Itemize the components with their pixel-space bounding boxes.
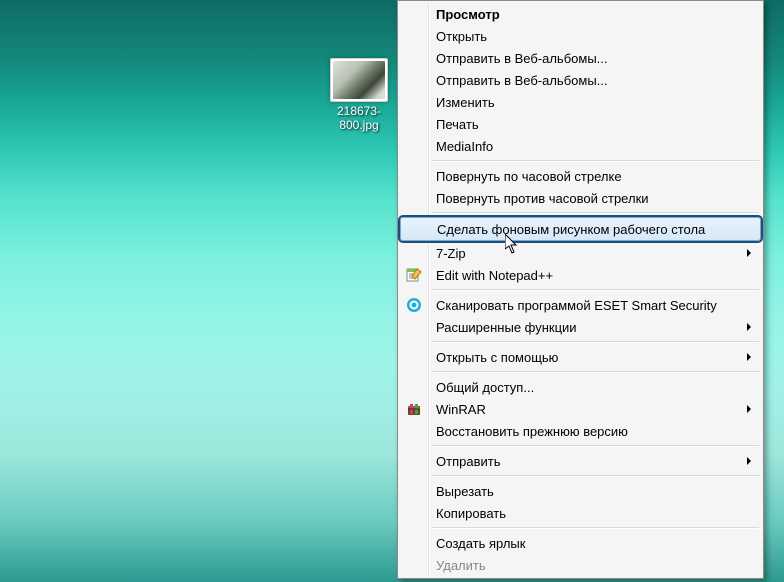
menu-item-restore-previous[interactable]: Восстановить прежнюю версию bbox=[400, 420, 761, 442]
menu-item-label: 7-Zip bbox=[436, 246, 466, 261]
menu-item-print[interactable]: Печать bbox=[400, 113, 761, 135]
notepad-icon bbox=[406, 267, 422, 283]
menu-item-mediainfo[interactable]: MediaInfo bbox=[400, 135, 761, 157]
menu-item-edit[interactable]: Изменить bbox=[400, 91, 761, 113]
desktop-file-icon[interactable]: 218673- 800.jpg bbox=[322, 58, 396, 132]
menu-separator bbox=[432, 445, 759, 447]
menu-item-winrar[interactable]: WinRAR bbox=[400, 398, 761, 420]
menu-separator bbox=[432, 341, 759, 343]
menu-item-label: WinRAR bbox=[436, 402, 486, 417]
menu-item-cut[interactable]: Вырезать bbox=[400, 480, 761, 502]
winrar-icon bbox=[406, 401, 422, 417]
menu-header-label: Просмотр bbox=[436, 7, 500, 22]
menu-item-share[interactable]: Общий доступ... bbox=[400, 376, 761, 398]
menu-item-delete[interactable]: Удалить bbox=[400, 554, 761, 576]
menu-item-label: Edit with Notepad++ bbox=[436, 268, 553, 283]
submenu-arrow-icon bbox=[747, 457, 751, 465]
eset-icon bbox=[406, 297, 422, 313]
menu-item-label: Повернуть против часовой стрелки bbox=[436, 191, 649, 206]
menu-item-label: Открыть bbox=[436, 29, 487, 44]
menu-item-label: Создать ярлык bbox=[436, 536, 525, 551]
file-thumbnail bbox=[330, 58, 388, 102]
menu-item-send-web-albums-2[interactable]: Отправить в Веб-альбомы... bbox=[400, 69, 761, 91]
menu-item-label: Копировать bbox=[436, 506, 506, 521]
menu-item-label: Сканировать программой ESET Smart Securi… bbox=[436, 298, 717, 313]
menu-separator bbox=[432, 160, 759, 162]
menu-item-edit-notepad[interactable]: Edit with Notepad++ bbox=[400, 264, 761, 286]
submenu-arrow-icon bbox=[747, 249, 751, 257]
menu-separator bbox=[432, 212, 759, 214]
file-label: 218673- 800.jpg bbox=[322, 104, 396, 132]
menu-item-label: Изменить bbox=[436, 95, 495, 110]
mouse-cursor-icon bbox=[505, 234, 519, 254]
menu-header-view[interactable]: Просмотр bbox=[400, 3, 761, 25]
submenu-arrow-icon bbox=[747, 323, 751, 331]
menu-separator bbox=[432, 371, 759, 373]
menu-separator bbox=[432, 289, 759, 291]
submenu-arrow-icon bbox=[747, 405, 751, 413]
menu-item-create-shortcut[interactable]: Создать ярлык bbox=[400, 532, 761, 554]
menu-item-label: Печать bbox=[436, 117, 479, 132]
menu-item-send-web-albums-1[interactable]: Отправить в Веб-альбомы... bbox=[400, 47, 761, 69]
menu-item-label: Повернуть по часовой стрелке bbox=[436, 169, 622, 184]
menu-item-label: Отправить в Веб-альбомы... bbox=[436, 51, 608, 66]
menu-item-label: Восстановить прежнюю версию bbox=[436, 424, 628, 439]
menu-item-label: MediaInfo bbox=[436, 139, 493, 154]
menu-item-send-to[interactable]: Отправить bbox=[400, 450, 761, 472]
menu-separator bbox=[432, 475, 759, 477]
menu-item-rotate-cw[interactable]: Повернуть по часовой стрелке bbox=[400, 165, 761, 187]
submenu-arrow-icon bbox=[747, 353, 751, 361]
menu-item-open[interactable]: Открыть bbox=[400, 25, 761, 47]
menu-item-label: Сделать фоновым рисунком рабочего стола bbox=[437, 222, 705, 237]
menu-separator bbox=[432, 527, 759, 529]
menu-item-label: Отправить в Веб-альбомы... bbox=[436, 73, 608, 88]
menu-item-label: Общий доступ... bbox=[436, 380, 534, 395]
menu-item-7zip[interactable]: 7-Zip bbox=[400, 242, 761, 264]
menu-item-eset-scan[interactable]: Сканировать программой ESET Smart Securi… bbox=[400, 294, 761, 316]
menu-item-label: Открыть с помощью bbox=[436, 350, 558, 365]
menu-item-set-as-wallpaper[interactable]: Сделать фоновым рисунком рабочего стола bbox=[400, 217, 761, 241]
menu-item-open-with[interactable]: Открыть с помощью bbox=[400, 346, 761, 368]
menu-item-label: Отправить bbox=[436, 454, 500, 469]
menu-item-label: Удалить bbox=[436, 558, 486, 573]
menu-item-rotate-ccw[interactable]: Повернуть против часовой стрелки bbox=[400, 187, 761, 209]
context-menu: Просмотр Открыть Отправить в Веб-альбомы… bbox=[397, 0, 764, 579]
menu-item-copy[interactable]: Копировать bbox=[400, 502, 761, 524]
menu-item-advanced[interactable]: Расширенные функции bbox=[400, 316, 761, 338]
menu-item-label: Вырезать bbox=[436, 484, 494, 499]
menu-item-label: Расширенные функции bbox=[436, 320, 577, 335]
